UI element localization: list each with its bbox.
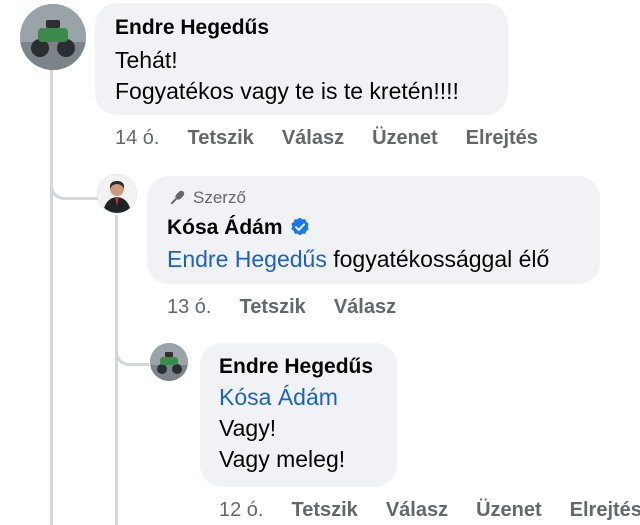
mention-link[interactable]: Kósa Ádám [219,382,378,413]
profile-photo-icon [98,175,136,213]
comment-timestamp[interactable]: 13 ó. [167,296,211,319]
hide-button[interactable]: Elrejtés [466,127,538,150]
comment-text: Endre Hegedűs fogyatékossággal élő [167,244,580,275]
comment-actions: 12 ó. Tetszik Válasz Üzenet Elrejtés [219,499,640,522]
comment-text-rest: fogyatékossággal élő [326,246,550,272]
comment-author[interactable]: Endre Hegedűs [219,354,378,380]
thread-connector-reply-2 [115,320,149,366]
thread-line-main [50,70,53,525]
comment-bubble: Endre Hegedűs Kósa Ádám Vagy! Vagy meleg… [200,343,397,487]
comment-bubble: Endre Hegedűs Tehát! Fogyatékos vagy te … [95,3,508,115]
comment-author[interactable]: Endre Hegedűs [115,15,488,41]
message-button[interactable]: Üzenet [372,127,438,150]
atv-photo-icon [150,343,188,381]
verified-badge-icon [290,217,309,236]
like-button[interactable]: Tetszik [187,127,253,150]
avatar[interactable] [97,174,137,214]
atv-photo-icon [20,4,86,70]
thread-connector-reply-1 [50,150,98,200]
comment-timestamp[interactable]: 14 ó. [115,127,159,150]
comment-actions: 13 ó. Tetszik Válasz [167,296,424,319]
avatar[interactable] [20,4,86,70]
author-badge: Szerző [167,187,580,209]
comment-author-name[interactable]: Kósa Ádám [167,216,283,239]
reply-button[interactable]: Válasz [334,296,396,319]
author-badge-label: Szerző [193,188,246,207]
microphone-icon [170,190,185,205]
like-button[interactable]: Tetszik [291,499,357,522]
comment-timestamp[interactable]: 12 ó. [219,499,263,522]
like-button[interactable]: Tetszik [239,296,305,319]
thread-line-reply [115,215,118,525]
comment-bubble: Szerző Kósa Ádám Endre Hegedűs fogyatéko… [147,176,600,284]
comment-text-line: Fogyatékos vagy te is te kretén!!!! [115,78,459,104]
reply-button[interactable]: Válasz [282,127,344,150]
mention-link[interactable]: Endre Hegedűs [167,246,327,272]
avatar[interactable] [150,343,188,381]
hide-button[interactable]: Elrejtés [570,499,640,522]
comment-actions: 14 ó. Tetszik Válasz Üzenet Elrejtés [115,127,566,150]
comment-author: Kósa Ádám [167,215,580,241]
reply-button[interactable]: Válasz [386,499,448,522]
comment-text-line: Vagy meleg! [219,446,346,472]
comment-text-line: Tehát! [115,47,178,73]
message-button[interactable]: Üzenet [476,499,542,522]
comment-text-line: Vagy! [219,415,277,441]
